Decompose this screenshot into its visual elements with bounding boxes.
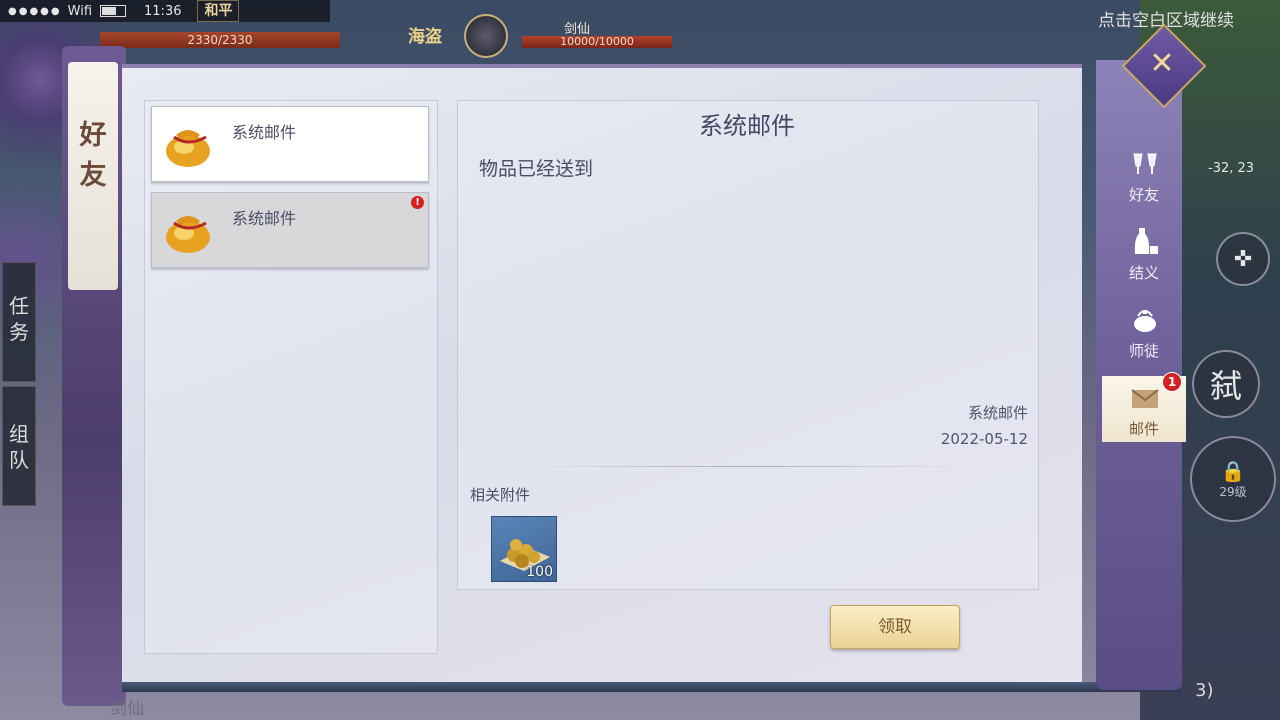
- tab-brotherhood-label: 结义: [1128, 264, 1159, 282]
- mail-list: [144, 100, 438, 654]
- reward-bag-icon: [166, 130, 210, 167]
- tab-mentor-label: 师徒: [1128, 342, 1159, 360]
- mail-detail-body: 物品已经送到: [479, 158, 594, 180]
- lock-level-label: 29级: [1219, 484, 1247, 499]
- task-tab[interactable]: 任务: [2, 262, 36, 382]
- team-tab[interactable]: 组队: [2, 386, 36, 506]
- mail-item-title: 系统邮件: [232, 123, 297, 142]
- attachment-slot[interactable]: 100: [491, 516, 557, 582]
- tab-mentor[interactable]: 师徒: [1102, 298, 1186, 364]
- target-hp-bar: 10000/10000: [522, 36, 672, 48]
- signal-icon: ●●●●●: [8, 5, 62, 17]
- mail-icon: [1131, 389, 1159, 408]
- map-coordinates: -32, 23: [1208, 161, 1255, 176]
- attachment-quantity: 100: [526, 564, 553, 580]
- panel-title-text: 好友: [79, 120, 107, 191]
- kill-skill-button[interactable]: 弑: [1192, 350, 1260, 418]
- kill-skill-label: 弑: [1209, 367, 1242, 405]
- panel-bottom-rail: [122, 682, 1182, 692]
- bottom-counter: 3): [1195, 680, 1214, 701]
- crosshair-button[interactable]: ✜: [1216, 232, 1270, 286]
- mail-badge: 1: [1162, 372, 1182, 392]
- reward-bag-icon: [166, 216, 210, 253]
- guild-tag: 海盗: [408, 27, 442, 47]
- mail-detail-title: 系统邮件: [699, 112, 795, 140]
- attachment-label: 相关附件: [470, 486, 531, 504]
- mail-item-title: 系统邮件: [232, 209, 297, 228]
- task-tab-label: 任务: [9, 294, 29, 344]
- tab-mail[interactable]: 1 邮件: [1102, 372, 1186, 442]
- player-hp-bar: 2330/2330: [100, 32, 340, 48]
- brotherhood-icon: [1134, 228, 1158, 254]
- clock: 11:36: [144, 3, 182, 19]
- tab-brotherhood[interactable]: 结义: [1102, 220, 1186, 286]
- panel-title: 好友: [72, 116, 114, 196]
- tab-friends[interactable]: 好友: [1102, 142, 1186, 208]
- crosshair-icon: ✜: [1233, 246, 1253, 272]
- close-icon[interactable]: ✕: [1134, 36, 1190, 92]
- detail-divider: [520, 466, 970, 467]
- tab-mail-label: 邮件: [1128, 420, 1159, 438]
- mail-sender: 系统邮件: [967, 404, 1028, 422]
- tab-friends-label: 好友: [1128, 186, 1159, 204]
- mail-list-item[interactable]: 系统邮件: [151, 106, 429, 182]
- friends-icon: [1133, 153, 1157, 174]
- wifi-label: Wifi: [67, 3, 93, 19]
- target-avatar[interactable]: [464, 14, 508, 58]
- target-frame[interactable]: 海盗 剑仙 10000/10000: [350, 14, 672, 58]
- claim-button[interactable]: 领取: [830, 605, 960, 649]
- mail-date: 2022-05-12: [940, 430, 1028, 448]
- lock-icon: 🔒: [1220, 458, 1246, 483]
- mail-list-item[interactable]: 系统邮件 !: [151, 192, 429, 268]
- unread-badge: !: [411, 196, 424, 209]
- battery-icon: [100, 5, 127, 17]
- pk-mode-button[interactable]: 和平: [197, 0, 240, 22]
- status-bar: ●●●●● Wifi 11:36 和平: [0, 0, 330, 22]
- team-tab-label: 组队: [9, 422, 29, 472]
- bottom-player-name: 剑仙: [110, 699, 144, 719]
- mentor-icon: [1134, 310, 1156, 332]
- locked-skill-slot[interactable]: 🔒 29级: [1190, 436, 1276, 522]
